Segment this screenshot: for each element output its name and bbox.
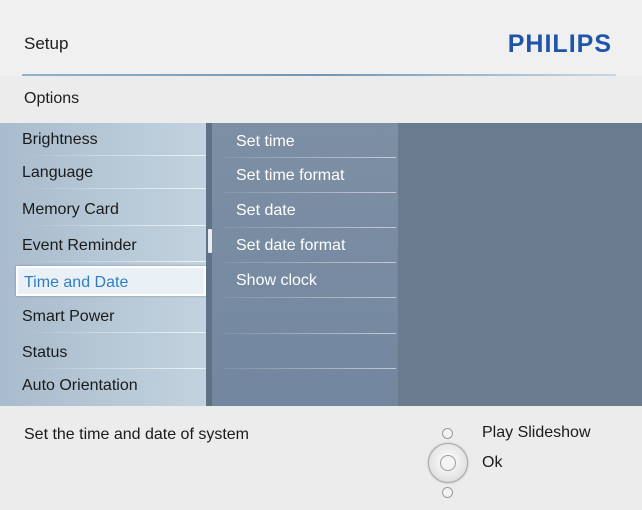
submenu-item-label: Set time format [236,167,345,184]
photo-frame-screen: Setup PHILIPS Options Brightness Languag… [0,0,642,510]
menu-item-label: Language [22,164,94,181]
menu-item-label: Event Reminder [22,237,137,254]
menu-item-label: Time and Date [24,274,129,291]
submenu-separator [224,227,396,228]
menu-item-language[interactable]: Language [22,156,208,189]
submenu-item-set-time-format[interactable]: Set time format [212,159,398,192]
menu-panels: Brightness Language Memory Card Event Re… [0,123,642,406]
menu-item-brightness[interactable]: Brightness [22,123,208,156]
menu-item-event-reminder[interactable]: Event Reminder [22,229,208,262]
menu-item-label: Status [22,344,68,361]
brand-logo: PHILIPS [507,30,612,58]
submenu-item-label: Set time [236,133,295,150]
menu-item-status[interactable]: Status [22,336,208,369]
menu-item-memory-card[interactable]: Memory Card [22,193,208,226]
submenu-item-set-date-format[interactable]: Set date format [212,229,398,262]
submenu-item-label: Set date format [236,237,346,254]
submenu-separator [224,368,396,369]
submenu-separator [224,262,396,263]
submenu-separator [224,157,396,158]
submenu-item-label: Show clock [236,272,317,289]
submenu-item-set-time[interactable]: Set time [212,125,398,158]
submenu-separator [224,333,396,334]
header-bar: Setup PHILIPS [0,0,642,76]
menu-item-label: Brightness [22,131,98,148]
submenu-item-set-date[interactable]: Set date [212,194,398,227]
menu-item-label: Auto Orientation [22,377,138,394]
submenu-item-label: Set date [236,202,296,219]
submenu: Set time Set time format Set date Set da… [212,123,398,406]
ok-button-icon[interactable] [428,443,468,483]
preview-panel [398,123,642,406]
control-down-dot-icon[interactable] [442,487,453,498]
help-description: Set the time and date of system [24,426,250,443]
play-slideshow-label: Play Slideshow [482,424,591,441]
submenu-separator [224,192,396,193]
main-menu: Brightness Language Memory Card Event Re… [0,123,208,406]
menu-item-label: Memory Card [22,201,119,218]
submenu-separator [224,297,396,298]
menu-item-time-and-date[interactable]: Time and Date [16,266,206,296]
section-title: Options [24,90,80,107]
page-title: Setup [24,34,69,53]
ok-label: Ok [482,454,503,471]
menu-item-auto-orientation[interactable]: Auto Orientation [22,369,202,402]
submenu-item-show-clock[interactable]: Show clock [212,264,398,297]
control-up-dot-icon[interactable] [442,428,453,439]
header-divider [22,74,616,76]
menu-item-label: Smart Power [22,308,115,325]
menu-item-smart-power[interactable]: Smart Power [22,300,208,333]
